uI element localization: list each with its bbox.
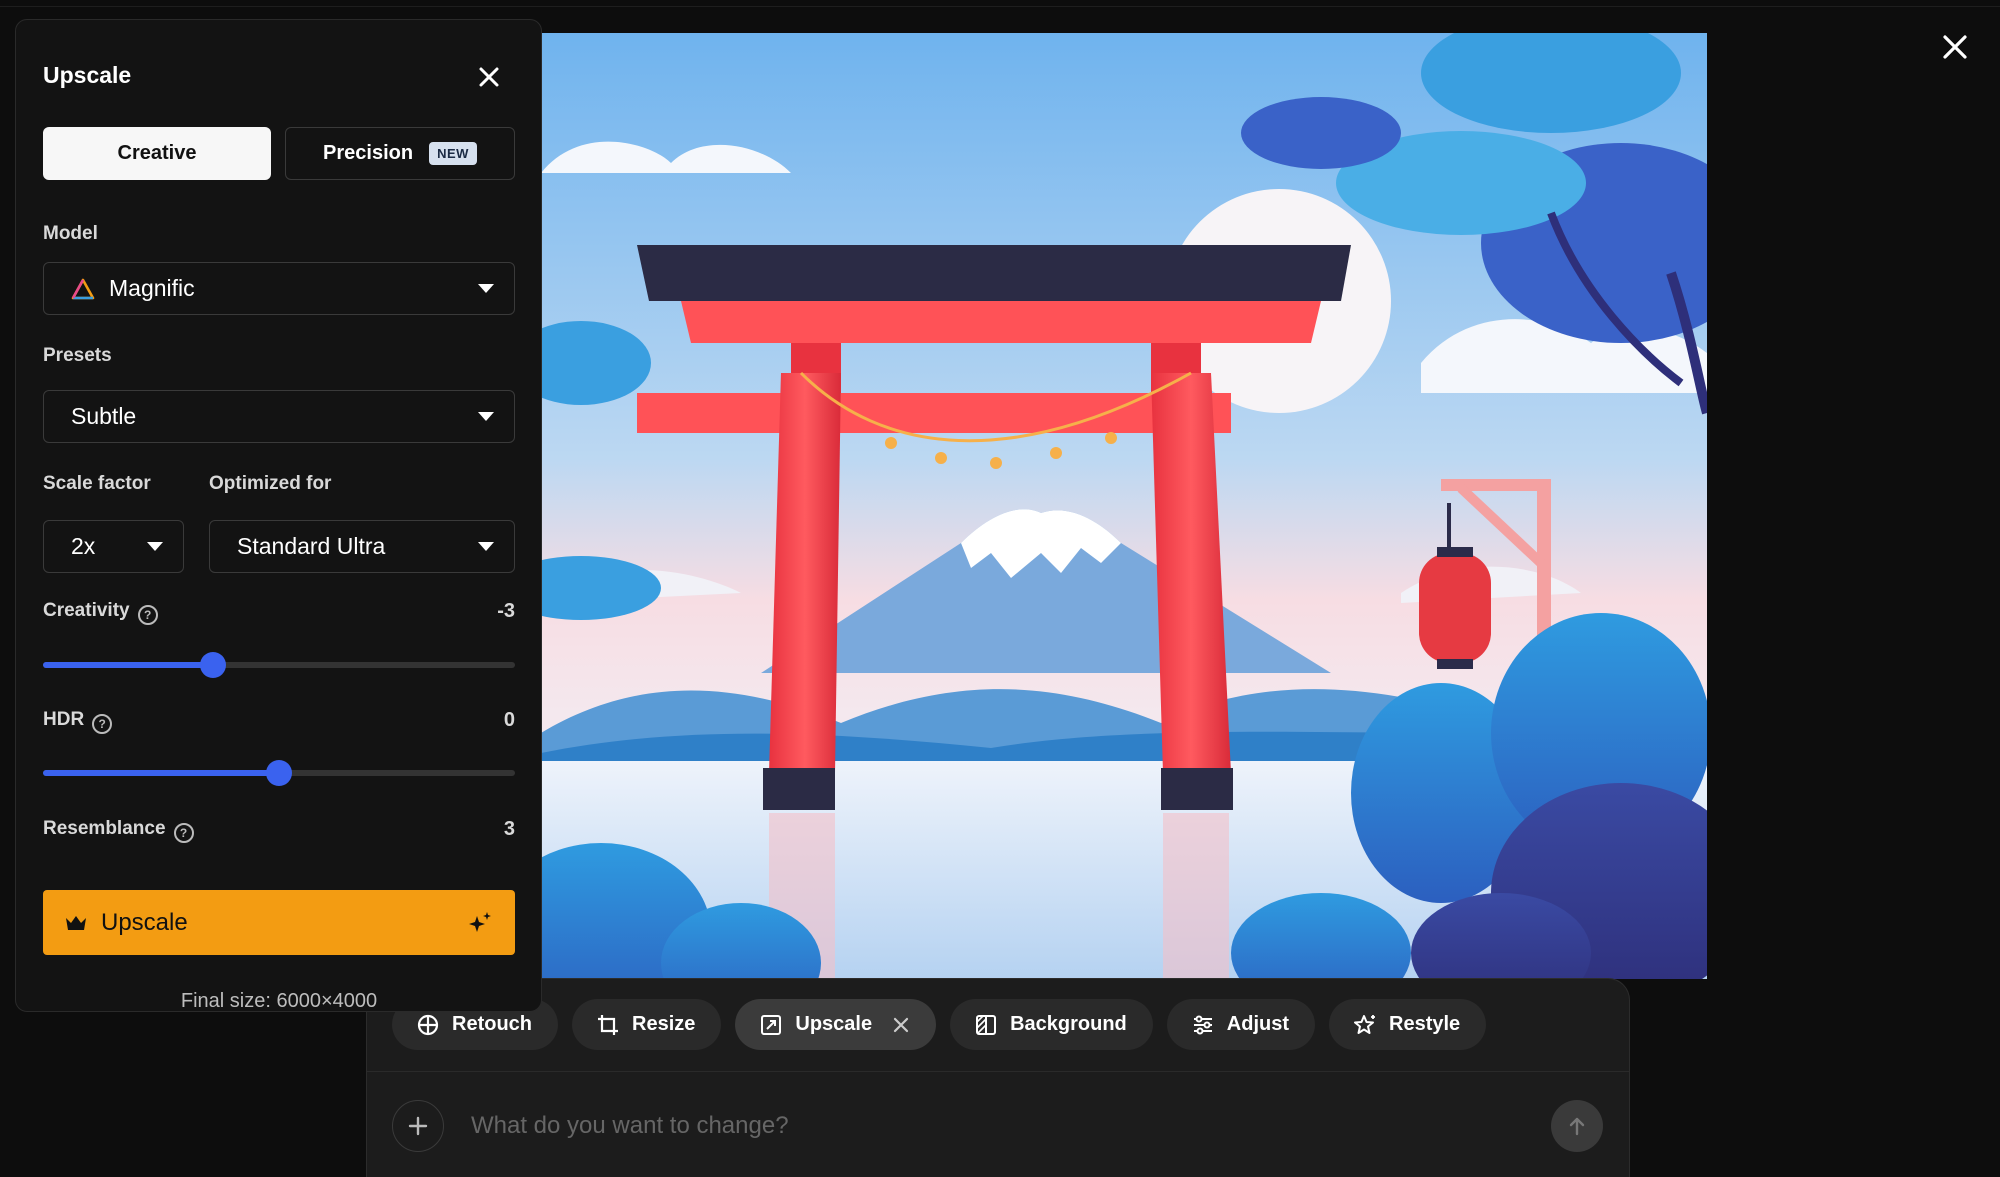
tool-label: Adjust xyxy=(1226,1013,1289,1035)
edit-toolbar-panel: Retouch Resize Upscale Background Adjust… xyxy=(366,978,1630,1177)
crosshair-icon xyxy=(417,1014,439,1035)
arrow-up-icon xyxy=(1569,1117,1585,1136)
creativity-label: Creativity? xyxy=(43,600,158,625)
upscale-button-label: Upscale xyxy=(101,908,188,936)
upscale-panel: Upscale Creative Precision NEW Model Mag… xyxy=(15,19,542,1012)
tool-label: Background xyxy=(1010,1013,1127,1035)
add-attachment-button[interactable] xyxy=(392,1100,444,1152)
hdr-label: HDR? xyxy=(43,709,113,734)
magnific-logo-icon xyxy=(71,278,95,299)
scale-factor-select[interactable]: 2x xyxy=(43,520,184,573)
image-preview xyxy=(541,33,1707,979)
mode-label: Precision xyxy=(323,142,414,164)
hdr-value: 0 xyxy=(503,709,515,731)
crown-icon xyxy=(66,915,86,930)
sparkle-icon xyxy=(469,911,491,932)
sparkle-star-icon xyxy=(1354,1014,1375,1034)
optimized-for-value: Standard Ultra xyxy=(237,533,386,559)
mode-label: Creative xyxy=(117,142,197,164)
close-icon xyxy=(1943,35,1967,59)
mode-creative-tab[interactable]: Creative xyxy=(43,127,271,180)
slider-fill xyxy=(43,662,213,668)
plus-icon xyxy=(408,1116,428,1136)
new-badge: NEW xyxy=(429,142,477,165)
model-value: Magnific xyxy=(109,275,195,301)
presets-value: Subtle xyxy=(71,403,137,429)
sliders-icon xyxy=(1193,1015,1212,1034)
slider-thumb[interactable] xyxy=(266,760,292,786)
top-divider xyxy=(0,6,2000,7)
upscale-icon xyxy=(761,1014,782,1035)
scale-factor-value: 2x xyxy=(71,533,96,559)
presets-label: Presets xyxy=(43,345,112,366)
scale-factor-label: Scale factor xyxy=(43,473,151,494)
upscale-button[interactable]: Upscale xyxy=(43,890,515,955)
model-select[interactable]: Magnific xyxy=(43,262,515,315)
toolbar-divider xyxy=(367,1071,1629,1072)
tool-label: Upscale xyxy=(795,1013,873,1035)
tool-label: Restyle xyxy=(1389,1013,1461,1035)
tool-background-button[interactable]: Background xyxy=(950,999,1153,1050)
optimized-for-label: Optimized for xyxy=(209,473,332,494)
send-button[interactable] xyxy=(1551,1100,1603,1152)
chevron-down-icon xyxy=(478,284,494,293)
crop-icon xyxy=(598,1014,618,1035)
tool-row: Retouch Resize Upscale Background Adjust… xyxy=(392,999,1487,1050)
model-label: Model xyxy=(43,223,98,244)
resemblance-value: 3 xyxy=(503,818,515,840)
close-icon xyxy=(479,67,499,87)
panel-title: Upscale xyxy=(43,62,132,88)
presets-select[interactable]: Subtle xyxy=(43,390,515,443)
prompt-input[interactable] xyxy=(471,1103,1471,1149)
torii-gate-illustration xyxy=(541,33,1707,979)
tool-upscale-button[interactable]: Upscale xyxy=(735,999,937,1050)
tool-label: Resize xyxy=(632,1013,696,1035)
optimized-for-select[interactable]: Standard Ultra xyxy=(209,520,515,573)
mode-precision-tab[interactable]: Precision NEW xyxy=(285,127,515,180)
tool-adjust-button[interactable]: Adjust xyxy=(1166,999,1315,1050)
help-icon[interactable]: ? xyxy=(137,605,158,625)
chevron-down-icon xyxy=(147,542,163,551)
help-icon[interactable]: ? xyxy=(92,714,113,734)
help-icon[interactable]: ? xyxy=(173,823,194,843)
background-icon xyxy=(976,1014,997,1035)
tool-label: Retouch xyxy=(452,1013,532,1035)
final-size-text: Final size: 6000×4000 xyxy=(180,990,378,1012)
slider-thumb[interactable] xyxy=(199,652,226,678)
close-panel-button[interactable] xyxy=(471,59,507,95)
slider-fill xyxy=(43,770,279,776)
remove-tool-icon[interactable] xyxy=(892,1016,910,1034)
close-viewer-button[interactable] xyxy=(1935,27,1975,67)
creativity-value: -3 xyxy=(497,600,515,622)
tool-resize-button[interactable]: Resize xyxy=(572,999,722,1050)
chevron-down-icon xyxy=(478,412,494,421)
creativity-slider[interactable] xyxy=(43,652,515,678)
hdr-slider[interactable] xyxy=(43,760,515,786)
resemblance-label: Resemblance? xyxy=(43,818,194,843)
tool-restyle-button[interactable]: Restyle xyxy=(1329,999,1487,1050)
chevron-down-icon xyxy=(478,542,494,551)
